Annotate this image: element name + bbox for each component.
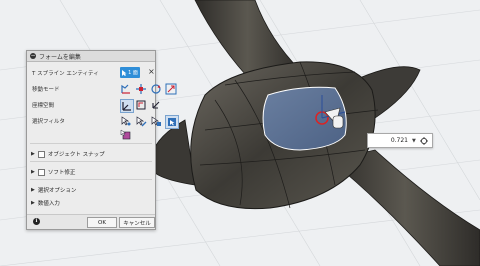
panel-title: フォームを編集 [39,53,81,61]
expand-icon[interactable]: ▶ [31,187,35,193]
collapse-icon[interactable]: − [30,53,36,59]
object-snap-checkbox[interactable] [37,150,45,158]
numeric-input-label: 数値入力 [37,201,60,207]
entity-label: T スプライン エンティティ [32,71,99,77]
panel-footer: i OK キャンセル [27,214,155,229]
soft-modify-row[interactable]: ▶ ソフト修正 [31,168,75,176]
cursor-icon [122,69,127,76]
object-snap-label: オブジェクト スナップ [47,152,105,158]
divider [30,161,152,162]
divider [30,179,152,180]
move-mode-multi-icon[interactable] [120,83,132,95]
filter-face-icon[interactable] [150,115,162,127]
divider [30,143,152,144]
filter-all-icon[interactable] [165,115,179,129]
distance-value-field[interactable]: 0.721 ▼ [367,133,433,148]
cancel-button[interactable]: キャンセル [119,217,155,228]
filter-edge-icon[interactable] [135,115,147,127]
soft-modify-checkbox[interactable] [37,168,45,176]
entity-select-label: 1 面 [128,70,138,76]
panel-header[interactable]: − フォームを編集 [27,51,155,62]
entity-select-button[interactable]: 1 面 [120,67,140,78]
info-icon[interactable]: i [33,218,40,225]
selection-options-section[interactable]: ▶ 選択オプション [31,186,76,194]
coord-world-icon[interactable] [120,99,134,113]
selection-options-label: 選択オプション [37,188,77,194]
move-mode-translate-icon[interactable] [135,83,147,95]
numeric-input-section[interactable]: ▶ 数値入力 [31,199,60,207]
expand-icon[interactable]: ▶ [31,200,35,206]
move-mode-rotate-icon[interactable] [150,83,162,95]
object-snap-row[interactable]: ▶ オブジェクト スナップ [31,150,105,158]
filter-body-icon[interactable] [120,129,132,141]
clear-selection-icon[interactable]: × [148,67,155,76]
coord-local-icon[interactable] [150,99,162,111]
soft-modify-label: ソフト修正 [47,170,76,176]
coordinate-space-label: 座標空間 [32,103,55,109]
edit-form-panel: − フォームを編集 T スプライン エンティティ 1 面 × 移動モード 座標空… [26,50,179,230]
filter-vertex-icon[interactable] [120,115,132,127]
expand-icon[interactable]: ▶ [31,169,35,175]
ok-button[interactable]: OK [87,217,117,228]
move-mode-scale-icon[interactable] [165,83,177,95]
distance-value[interactable]: 0.721 [368,137,410,144]
chevron-down-icon[interactable]: ▼ [412,138,416,144]
coord-view-icon[interactable] [135,99,147,111]
expand-icon[interactable]: ▶ [31,151,35,157]
model-left-arm [149,119,196,186]
selection-filter-label: 選択フィルタ [32,119,65,125]
move-mode-label: 移動モード [32,87,60,93]
settings-icon[interactable] [419,136,428,145]
